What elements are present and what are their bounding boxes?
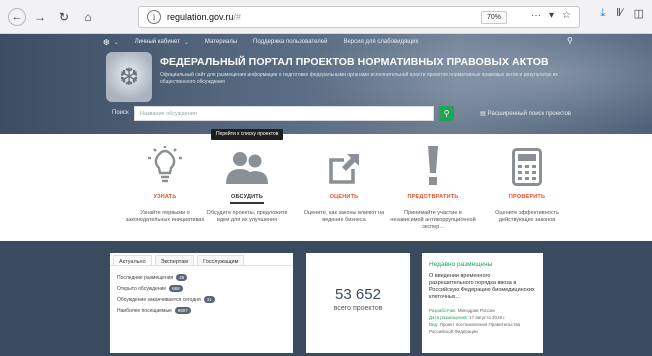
search-button[interactable]: ⚲ <box>439 106 454 121</box>
nav-item-accessibility[interactable]: Версия для слабовидящих <box>343 39 418 45</box>
feature-underline <box>230 202 264 204</box>
list-item-label: Последние размещения <box>117 274 174 281</box>
stats-section: Актуально Экспертам Госслужащим Последни… <box>0 241 652 356</box>
feature-description: Оцените, как законы влияют на ведение би… <box>303 210 385 223</box>
date-value: 17 августа 2018 г. <box>468 315 506 320</box>
pocket-icon[interactable]: ▾ <box>549 10 554 21</box>
info-icon[interactable]: i <box>147 10 161 24</box>
recent-heading[interactable]: Недавно размещены <box>429 261 536 268</box>
feature-prevent[interactable]: ПРЕДОТВРАТИТЬ Принимайте участие в незав… <box>383 134 483 231</box>
sidebar-icon[interactable]: ◫ <box>634 7 644 20</box>
type-key: Вид: <box>429 322 439 327</box>
tab-experts[interactable]: Экспертам <box>154 255 195 265</box>
chevron-down-icon[interactable]: ⌄ <box>184 39 189 46</box>
hero-banner: ❆ ⌄ Личный кабинет ⌄ Материалы Поддержка… <box>0 34 652 134</box>
library-icon[interactable]: ‖⁄ <box>616 7 622 20</box>
url-hash: /# <box>233 12 241 22</box>
star-icon[interactable]: ☆ <box>562 10 571 21</box>
nav-item-materials[interactable]: Материалы <box>205 39 237 45</box>
nav-item-cabinet[interactable]: Личный кабинет <box>135 39 180 45</box>
feature-label: ПРЕДОТВРАТИТЬ <box>407 194 459 200</box>
advanced-search-link[interactable]: ▤ Расширенный поиск проектов <box>480 110 573 117</box>
feature-label: ОБСУДИТЬ <box>231 194 263 200</box>
home-icon[interactable]: ⌂ <box>78 7 98 27</box>
feature-underline <box>148 202 182 204</box>
exclamation-icon <box>383 142 483 186</box>
back-arrow-icon[interactable]: ← <box>8 7 26 26</box>
page-content: ❆ ⌄ Личный кабинет ⌄ Материалы Поддержка… <box>0 34 652 356</box>
search-row: Поиск Название обсуждения ⚲ ▤ Расширенный… <box>0 106 652 124</box>
tab-civil-servants[interactable]: Госслужащим <box>197 255 245 265</box>
recent-project-title[interactable]: О введении временного разрешительного по… <box>429 273 536 301</box>
recent-project-meta: Разработчик: Минздрав России Дата размещ… <box>429 307 536 335</box>
search-label: Поиск <box>112 110 129 116</box>
feature-underline <box>510 202 544 204</box>
feature-label: ОЦЕНИТЬ <box>329 194 359 200</box>
developer-key: Разработчик: <box>429 308 457 313</box>
address-bar[interactable]: i regulation.gov.ru/# 70% ··· ▾ ☆ <box>138 6 580 28</box>
nav-item-support[interactable]: Поддержка пользователей <box>253 39 327 45</box>
advanced-search-label: Расширенный поиск проектов <box>487 111 571 117</box>
count-badge: 31 <box>203 296 215 303</box>
date-key: Дата размещения: <box>429 315 468 320</box>
coat-of-arms-logo[interactable]: ❆ <box>106 52 152 102</box>
list-item-label: Открыто обсуждение <box>117 285 167 292</box>
total-projects-count: 53 652 <box>335 286 381 303</box>
list-item-label: Обсуждение заканчивается сегодня <box>117 296 201 303</box>
emblem-small-icon[interactable]: ❆ <box>103 38 110 47</box>
zoom-indicator[interactable]: 70% <box>480 11 507 24</box>
tooltip: Перейти к списку проектов <box>211 129 284 140</box>
recent-projects-card: Недавно размещены О введении временного … <box>422 253 543 353</box>
url-host: regulation.gov.ru <box>167 12 234 22</box>
total-projects-caption: всего проектов <box>333 305 383 312</box>
browser-toolbar: ← → ↻ ⌂ i regulation.gov.ru/# 70% ··· ▾ … <box>0 0 652 34</box>
forward-arrow-icon[interactable]: → <box>30 7 50 27</box>
page-title: ФЕДЕРАЛЬНЫЙ ПОРТАЛ ПРОЕКТОВ НОРМАТИВНЫХ … <box>160 56 549 68</box>
calculator-icon <box>477 142 577 186</box>
top-navigation: ❆ ⌄ Личный кабинет ⌄ Материалы Поддержка… <box>0 34 652 50</box>
feature-evaluate[interactable]: ОЦЕНИТЬ Оцените, как законы влияют на ве… <box>294 134 394 224</box>
stats-card: Актуально Экспертам Госслужащим Последни… <box>110 253 293 353</box>
feature-check[interactable]: ПРОВЕРИТЬ Оцените эффективность действую… <box>477 134 577 224</box>
feature-discuss[interactable]: ОБСУДИТЬ Обсудите проекты, предложите ид… <box>197 134 297 224</box>
tab-current[interactable]: Актуально <box>113 255 152 265</box>
feature-description: Обсудите проекты, предложите идеи для их… <box>206 210 288 223</box>
count-badge: 668 <box>169 285 183 292</box>
list-item[interactable]: Наиболее посещаемые 8687 <box>117 305 286 316</box>
developer-value: Минздрав России <box>457 308 495 313</box>
features-section: УЗНАТЬ Узнайте первыми о законодательных… <box>0 134 652 241</box>
count-badge: 8687 <box>174 307 191 314</box>
arrow-box-icon <box>294 142 394 186</box>
search-icon[interactable]: ⚲ <box>567 36 573 45</box>
type-value: Проект постановления Правительства Росси… <box>429 322 521 334</box>
list-item-label: Наиболее посещаемые <box>117 307 172 314</box>
list-item[interactable]: Открыто обсуждение 668 <box>117 283 286 294</box>
reload-icon[interactable]: ↻ <box>54 7 74 27</box>
search-icon: ⚲ <box>443 109 450 118</box>
feature-description: Оцените эффективность действующих законо… <box>495 210 559 223</box>
stats-list: Последние размещения 45 Открыто обсуждени… <box>110 266 293 322</box>
feature-description: Принимайте участие в независимой антикор… <box>390 210 476 230</box>
list-item[interactable]: Обсуждение заканчивается сегодня 31 <box>117 294 286 305</box>
document-icon: ▤ <box>480 111 486 117</box>
more-dots-icon[interactable]: ··· <box>531 10 541 21</box>
feature-underline <box>416 202 450 204</box>
chevron-down-icon[interactable]: ⌄ <box>114 39 119 46</box>
feature-underline <box>327 202 361 204</box>
page-subtitle: Официальный сайт для размещения информац… <box>160 72 559 85</box>
people-icon <box>197 142 297 186</box>
list-item[interactable]: Последние размещения 45 <box>117 272 286 283</box>
download-icon[interactable]: ⤓ <box>600 7 605 20</box>
count-badge: 45 <box>176 274 188 281</box>
search-input[interactable]: Название обсуждения <box>134 106 434 121</box>
stats-tabs: Актуально Экспертам Госслужащим <box>110 253 293 266</box>
feature-label: ПРОВЕРИТЬ <box>508 194 546 200</box>
total-projects-card[interactable]: 53 652 всего проектов <box>306 253 410 353</box>
